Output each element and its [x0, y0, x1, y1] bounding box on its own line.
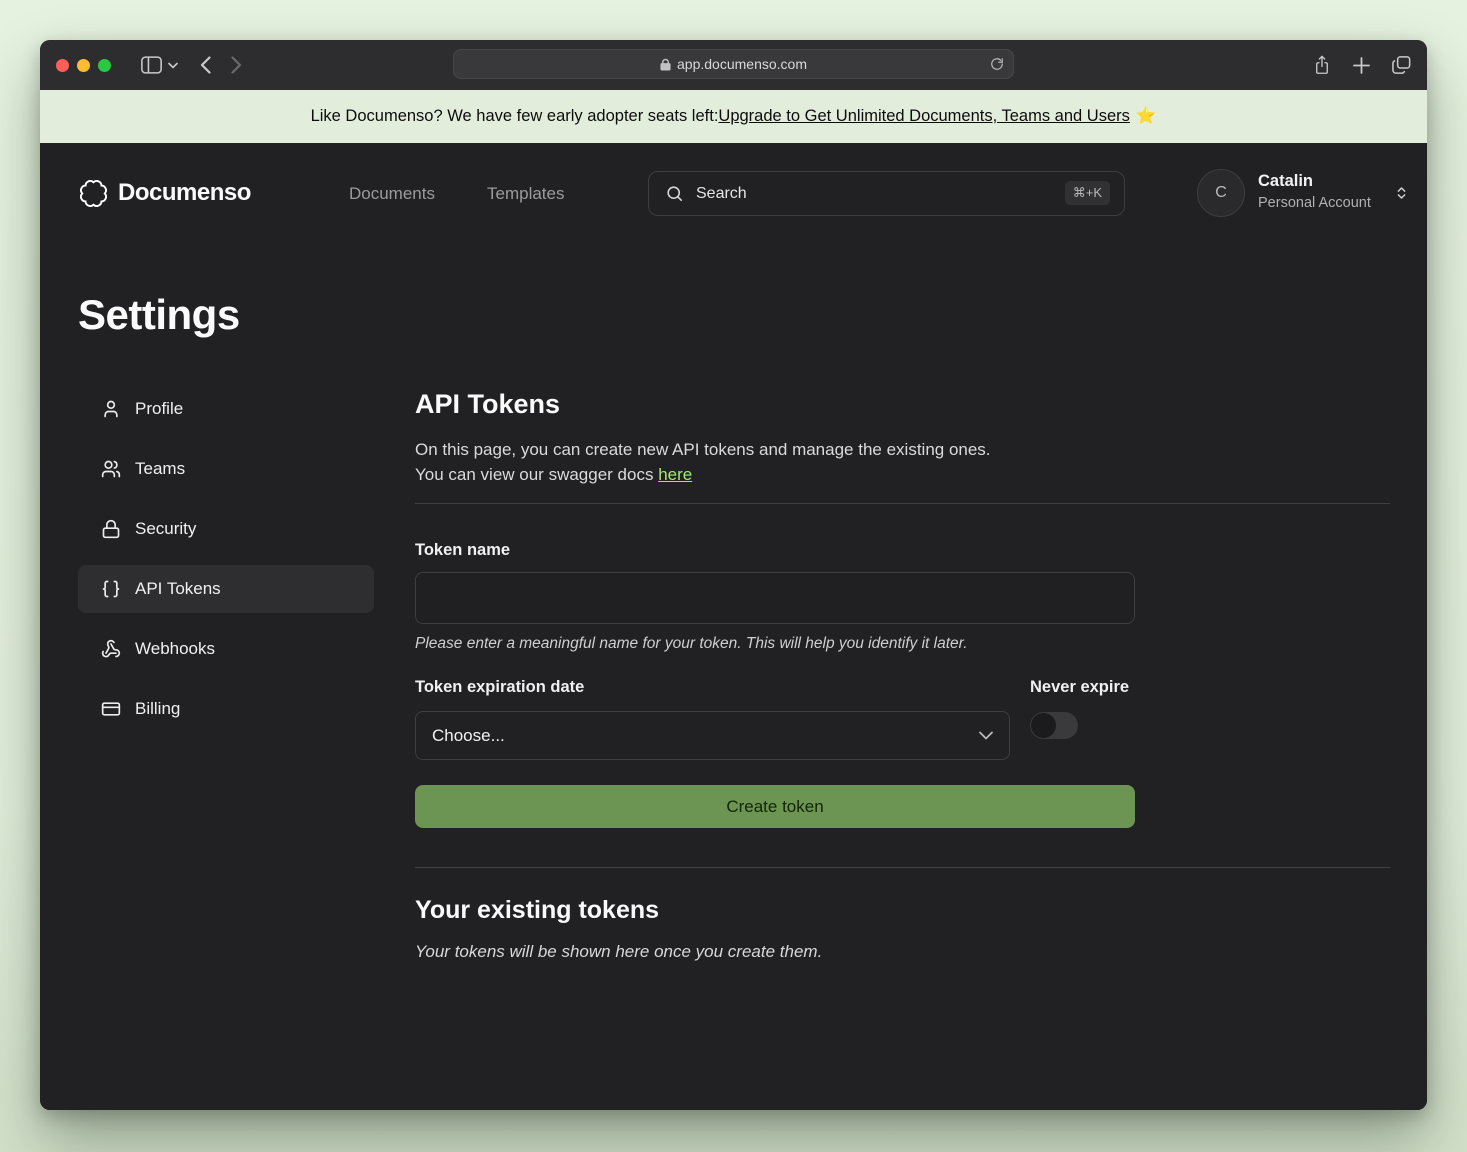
sidebar-item-label: Billing [135, 699, 180, 719]
share-icon[interactable] [1313, 55, 1331, 75]
never-expire-toggle[interactable] [1030, 712, 1078, 739]
expiration-row: Token expiration date Never expire Choos… [415, 678, 1390, 760]
brand-name[interactable]: Documenso [118, 179, 251, 207]
sidebar-item-label: Security [135, 519, 196, 539]
close-button[interactable] [56, 59, 69, 72]
expiration-select[interactable]: Choose... [415, 711, 1010, 760]
existing-tokens-heading: Your existing tokens [415, 895, 1390, 925]
settings-sidebar: Profile Teams Security API Tokens [78, 385, 374, 745]
url-text: app.documenso.com [677, 56, 807, 72]
star-emoji: ⭐ [1136, 107, 1157, 126]
description-line2: You can view our swagger docs [415, 465, 658, 484]
lock-icon [100, 519, 122, 539]
chevron-down-icon[interactable] [168, 62, 178, 69]
avatar[interactable]: C [1197, 169, 1245, 217]
address-bar[interactable]: app.documenso.com [453, 49, 1014, 79]
sidebar-item-webhooks[interactable]: Webhooks [78, 625, 374, 673]
sidebar-item-api-tokens[interactable]: API Tokens [78, 565, 374, 613]
create-token-button[interactable]: Create token [415, 785, 1135, 828]
new-tab-icon[interactable] [1353, 57, 1370, 74]
reload-icon[interactable] [990, 57, 1004, 71]
description-line1: On this page, you can create new API tok… [415, 440, 991, 459]
minimize-button[interactable] [77, 59, 90, 72]
sidebar-toggle-icon[interactable] [141, 56, 162, 74]
sidebar-item-security[interactable]: Security [78, 505, 374, 553]
token-name-input[interactable] [415, 572, 1135, 624]
expiration-selected-value: Choose... [432, 726, 505, 746]
token-name-hint: Please enter a meaningful name for your … [415, 635, 1390, 653]
promo-text: Like Documenso? We have few early adopte… [311, 107, 719, 126]
back-icon[interactable] [200, 56, 211, 74]
browser-window: app.documenso.com Like Documenso? We hav… [40, 40, 1427, 1110]
expiration-label: Token expiration date [415, 678, 1390, 697]
sidebar-item-label: Teams [135, 459, 185, 479]
sidebar-item-label: Webhooks [135, 639, 215, 659]
webhook-icon [100, 639, 122, 659]
section-heading: API Tokens [415, 388, 1390, 420]
nav-templates[interactable]: Templates [487, 184, 564, 204]
sidebar-item-billing[interactable]: Billing [78, 685, 374, 733]
app-content: Documenso Documents Templates Search ⌘+K… [40, 143, 1427, 1110]
sidebar-item-profile[interactable]: Profile [78, 385, 374, 433]
sidebar-item-label: API Tokens [135, 579, 221, 599]
browser-chrome: app.documenso.com [40, 40, 1427, 90]
search-shortcut: ⌘+K [1065, 181, 1110, 205]
divider [415, 867, 1390, 868]
token-name-label: Token name [415, 541, 1390, 560]
account-name: Catalin [1258, 172, 1313, 191]
lock-icon [660, 58, 671, 71]
account-type: Personal Account [1258, 195, 1371, 211]
tab-overview-icon[interactable] [1392, 56, 1411, 74]
search-input[interactable]: Search ⌘+K [648, 171, 1125, 216]
credit-card-icon [100, 699, 122, 719]
promo-banner: Like Documenso? We have few early adopte… [40, 90, 1427, 143]
avatar-initial: C [1215, 184, 1227, 202]
sidebar-item-teams[interactable]: Teams [78, 445, 374, 493]
user-icon [100, 399, 122, 419]
braces-icon [100, 579, 122, 599]
nav-documents[interactable]: Documents [349, 184, 435, 204]
chevrons-up-down-icon[interactable] [1394, 181, 1409, 205]
section-description: On this page, you can create new API tok… [415, 437, 1390, 487]
page-title: Settings [78, 291, 240, 339]
documenso-logo-icon[interactable] [80, 180, 107, 207]
api-tokens-panel: API Tokens On this page, you can create … [415, 388, 1390, 962]
never-expire-label: Never expire [1030, 678, 1129, 697]
zoom-button[interactable] [98, 59, 111, 72]
existing-tokens-empty-text: Your tokens will be shown here once you … [415, 942, 1390, 962]
chevron-down-icon [979, 731, 993, 740]
search-icon [665, 184, 684, 203]
sidebar-item-label: Profile [135, 399, 183, 419]
forward-icon[interactable] [231, 56, 242, 74]
traffic-lights [56, 59, 111, 72]
swagger-docs-link[interactable]: here [658, 465, 692, 484]
search-placeholder: Search [696, 185, 747, 203]
divider [415, 503, 1390, 504]
toggle-knob [1031, 713, 1056, 738]
users-icon [100, 459, 122, 479]
upgrade-link[interactable]: Upgrade to Get Unlimited Documents, Team… [718, 107, 1129, 126]
